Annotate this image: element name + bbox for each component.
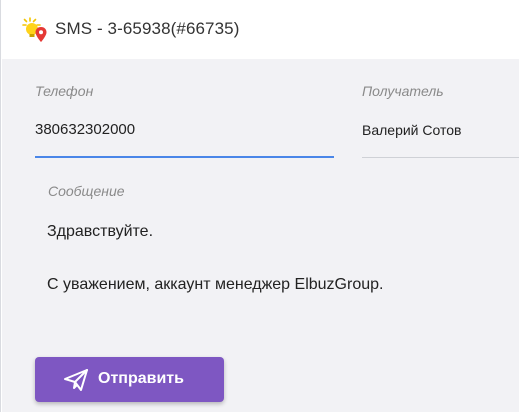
phone-label: Телефон (35, 83, 94, 99)
phone-input-underline (35, 156, 334, 158)
recipient-label: Получатель (362, 83, 444, 99)
message-label: Сообщение (48, 183, 125, 199)
message-line-greeting: Здравствуйте. (47, 223, 154, 240)
bulb-pin-icon (21, 16, 51, 44)
recipient-field-underline (362, 157, 519, 158)
paper-plane-icon (63, 368, 89, 392)
send-button-label: Отправить (98, 370, 184, 387)
message-line-signature: С уважением, аккаунт менеджер ElbuzGroup… (47, 276, 384, 293)
dialog-title: SMS - 3-65938(#66735) (55, 19, 240, 38)
send-button[interactable]: Отправить (35, 357, 224, 402)
phone-input[interactable]: 380632302000 (35, 121, 135, 138)
recipient-field[interactable]: Валерий Сотов (362, 122, 461, 138)
dialog-titlebar: SMS - 3-65938(#66735) (1, 0, 519, 59)
sms-dialog: SMS - 3-65938(#66735) Телефон 3806323020… (0, 0, 519, 412)
